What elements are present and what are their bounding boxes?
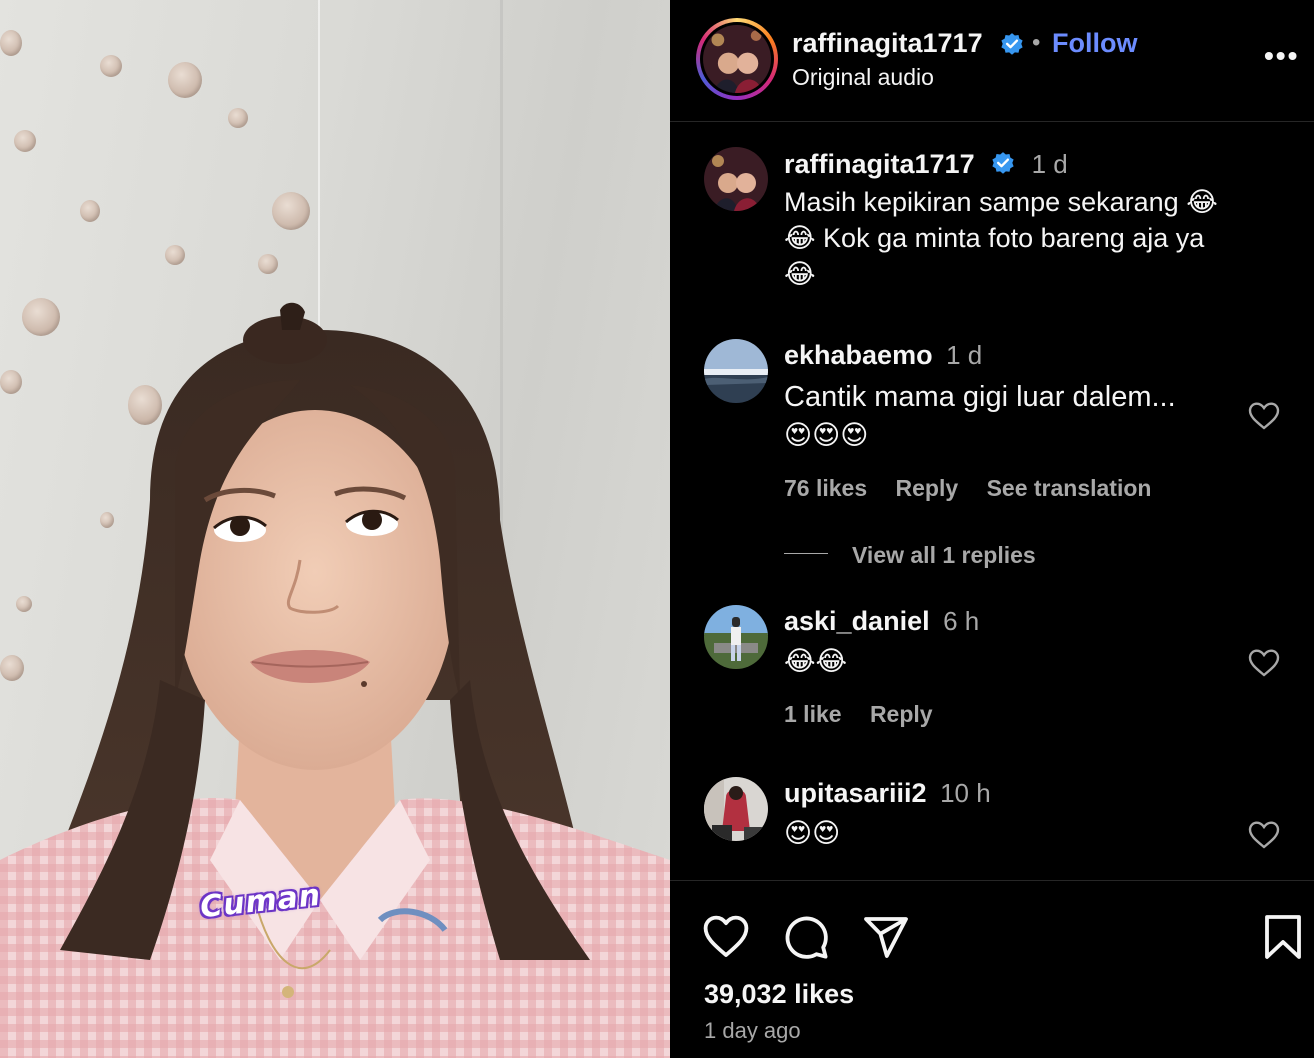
comment-time: 6 h [943, 606, 980, 636]
comment-text-line: 😂😂 [784, 646, 848, 676]
like-comment-heart-icon[interactable] [1248, 820, 1280, 850]
comment-avatar-image [704, 777, 768, 841]
post-likes-count[interactable]: 39,032 likes [704, 979, 854, 1010]
comment-username[interactable]: aski_daniel [784, 606, 930, 636]
comment-username[interactable]: upitasariii2 [784, 778, 927, 808]
comment-avatar-image [704, 339, 768, 403]
like-comment-heart-icon[interactable] [1248, 401, 1280, 431]
comment-text-line: 😍😍😍 [784, 420, 869, 450]
author-username[interactable]: raffinagita1717 [792, 28, 983, 59]
comment-meta: 1 like Reply [784, 701, 955, 728]
comment-likes[interactable]: 1 like [784, 701, 842, 727]
share-icon[interactable] [862, 913, 910, 961]
post-sidebar: raffinagita1717 • Follow Original audio … [670, 0, 1314, 1058]
reply-button[interactable]: Reply [870, 701, 933, 727]
comment-avatar[interactable] [704, 147, 768, 211]
author-avatar-image [703, 25, 771, 93]
comment-username[interactable]: ekhabaemo [784, 340, 933, 370]
post-header: raffinagita1717 • Follow Original audio … [670, 0, 1314, 122]
comment-time: 1 d [1031, 149, 1068, 179]
comment-avatar[interactable] [704, 605, 768, 669]
comment-avatar-image [704, 147, 768, 211]
verified-badge-icon [1001, 33, 1023, 55]
reel-video[interactable]: Cuman [0, 0, 670, 1058]
comment-text-line: 😍😍 [784, 818, 841, 848]
comment-text-line: Masih kepikiran sampe sekarang 😂 [784, 187, 1218, 217]
bookmark-icon[interactable] [1262, 913, 1304, 961]
person-photo [0, 302, 670, 1058]
comment-text-line: 😂 [784, 259, 816, 289]
comment-avatar[interactable] [704, 777, 768, 841]
follow-button[interactable]: Follow [1052, 28, 1137, 59]
comment-header: ekhabaemo 1 d [784, 340, 982, 371]
separator-dot: • [1032, 29, 1041, 56]
post-timestamp[interactable]: 1 day ago [704, 1018, 801, 1044]
comment-meta: 76 likes Reply See translation [784, 475, 1173, 502]
view-replies-button[interactable]: View all 1 replies [852, 542, 1036, 569]
comment-time: 1 d [946, 340, 983, 370]
post-actions: 39,032 likes 1 day ago [670, 880, 1314, 1058]
comment-likes[interactable]: 76 likes [784, 475, 867, 501]
comment-header: aski_daniel 6 h [784, 606, 979, 637]
comment-avatar-image [704, 605, 768, 669]
author-avatar[interactable] [696, 18, 778, 100]
comment-time: 10 h [940, 778, 991, 808]
more-icon[interactable]: ••• [1264, 40, 1299, 72]
audio-label[interactable]: Original audio [792, 64, 934, 91]
comment-username[interactable]: raffinagita1717 [784, 149, 975, 179]
like-comment-heart-icon[interactable] [1248, 648, 1280, 678]
replies-divider [784, 553, 828, 554]
comment-header: raffinagita1717 1 d [784, 149, 1068, 181]
reply-button[interactable]: Reply [896, 475, 959, 501]
comments-list[interactable]: raffinagita1717 1 d Masih kepikiran samp… [670, 123, 1314, 880]
comment-text-line: 😂 Kok ga minta foto bareng aja ya [784, 223, 1205, 253]
comment-icon[interactable] [782, 913, 830, 961]
comment-text-line: Cantik mama gigi luar dalem... [784, 381, 1176, 413]
comment-avatar[interactable] [704, 339, 768, 403]
verified-badge-icon [992, 151, 1014, 174]
heart-icon[interactable] [702, 913, 750, 961]
see-translation-button[interactable]: See translation [987, 475, 1152, 501]
comment-header: upitasariii2 10 h [784, 778, 991, 809]
